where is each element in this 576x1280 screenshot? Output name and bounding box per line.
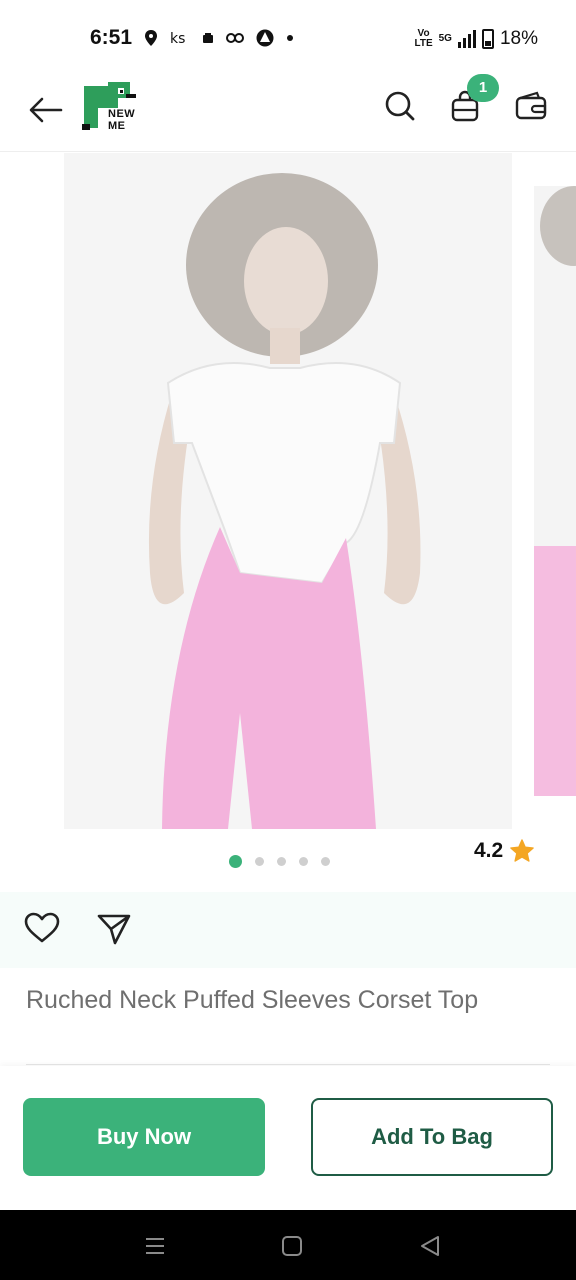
- divider: [26, 1064, 550, 1065]
- pagination-dot-5[interactable]: [321, 857, 330, 866]
- model-illustration: [64, 153, 512, 829]
- pagination-dot-3[interactable]: [277, 857, 286, 866]
- battery-percent: 18%: [499, 28, 538, 49]
- volte-label: Vo LTE: [414, 29, 432, 49]
- star-icon: [510, 839, 535, 862]
- five-g-label: 5G: [438, 33, 452, 44]
- bag-count-badge: 1: [467, 74, 499, 102]
- wishlist-button[interactable]: [24, 912, 62, 948]
- pagination-dot-1[interactable]: [229, 855, 242, 868]
- next-product-image[interactable]: [534, 186, 576, 796]
- product-rating: 4.2: [474, 838, 535, 864]
- search-button[interactable]: [382, 88, 418, 124]
- home-icon: [282, 1236, 302, 1256]
- logo-text-line2: ME: [108, 120, 126, 132]
- system-navigation-bar: [0, 1210, 576, 1280]
- rating-value: 4.2: [474, 839, 504, 862]
- recent-apps-button[interactable]: [141, 1232, 169, 1260]
- status-time: 6:51: [90, 26, 133, 49]
- send-icon: [97, 914, 131, 945]
- add-to-bag-button[interactable]: Add To Bag: [311, 1098, 553, 1176]
- svg-text:ks: ks: [170, 31, 185, 47]
- cta-bar: Buy Now Add To Bag: [0, 1066, 576, 1210]
- app-icon: [256, 29, 274, 47]
- status-left-icons: ks: [144, 27, 294, 49]
- status-bar: 6:51 ks Vo LTE 5G 18%: [0, 0, 576, 76]
- dot-icon: [287, 35, 293, 41]
- notification-icon: [203, 33, 213, 43]
- menu-icon: [146, 1238, 164, 1254]
- back-nav-button[interactable]: [416, 1232, 444, 1260]
- back-triangle-icon: [421, 1236, 439, 1256]
- heart-icon: [24, 912, 60, 943]
- wallet-button[interactable]: [513, 88, 549, 124]
- wallet-icon: [515, 91, 547, 120]
- pagination-dot-4[interactable]: [299, 857, 308, 866]
- next-image-illustration: [534, 186, 576, 796]
- back-button[interactable]: [26, 90, 66, 130]
- product-title: Ruched Neck Puffed Sleeves Corset Top: [26, 986, 479, 1014]
- logo-text: NEW ME: [108, 108, 135, 132]
- search-icon: [385, 91, 415, 121]
- network-speed-icon: ks: [170, 31, 185, 47]
- signal-icon: [457, 30, 476, 48]
- link-icon: [226, 33, 244, 43]
- product-image[interactable]: [64, 153, 512, 829]
- share-button[interactable]: [96, 912, 134, 948]
- buy-now-button[interactable]: Buy Now: [23, 1098, 265, 1176]
- home-button[interactable]: [278, 1232, 306, 1260]
- location-icon: [145, 30, 157, 46]
- app-header: NEW ME 1: [0, 74, 576, 152]
- logo-text-line1: NEW: [108, 108, 136, 120]
- pagination-dot-2[interactable]: [255, 857, 264, 866]
- battery-icon: [481, 29, 494, 49]
- product-gallery[interactable]: [0, 153, 576, 843]
- gallery-pagination: [229, 855, 330, 868]
- product-actions: [0, 892, 576, 968]
- arrow-left-icon: [29, 97, 63, 123]
- status-right: Vo LTE 5G 18%: [414, 27, 538, 51]
- volte-bottom: LTE: [414, 38, 433, 49]
